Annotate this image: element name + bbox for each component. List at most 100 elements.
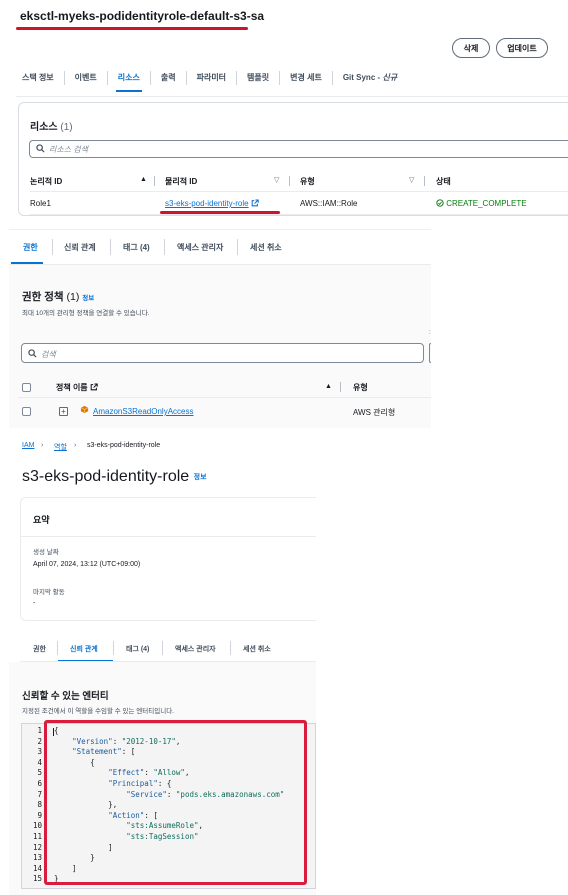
tab-tags[interactable]: 태그 (4) [126, 644, 149, 654]
sort-asc-icon[interactable]: ▲ [140, 176, 147, 183]
last-activity-label: 마지막 활동 [33, 589, 65, 596]
line-number: 1 [37, 726, 42, 735]
tab-divider [164, 239, 165, 255]
info-link[interactable]: 정보 [82, 295, 94, 302]
cell-type: AWS::IAM::Role [300, 199, 358, 208]
tab-divider [57, 641, 58, 655]
tab-revoke-sessions[interactable]: 세션 취소 [243, 644, 271, 654]
col-physical-id[interactable]: 물리적 ID [165, 176, 197, 187]
tab-stack-info[interactable]: 스택 정보 [22, 71, 64, 85]
created-date-value: April 07, 2024, 13:12 (UTC+09:00) [33, 561, 141, 568]
created-date-label: 생성 날짜 [33, 549, 59, 556]
tab-parameters[interactable]: 파라미터 [185, 71, 236, 85]
tab-git-sync[interactable]: Git Sync - 신규 [331, 71, 407, 85]
resources-title: 리소스 (1) [30, 122, 73, 133]
info-link[interactable]: 정보 [194, 474, 207, 481]
breadcrumb-current: s3-eks-pod-identity-role [87, 442, 161, 449]
line-number: 15 [32, 874, 42, 884]
policy-search-input[interactable]: 검색 [21, 343, 424, 363]
tab-revoke-sessions[interactable]: 세션 취소 [250, 242, 282, 253]
status-badge: CREATE_COMPLETE [436, 199, 527, 208]
external-link-icon [90, 383, 98, 391]
cell-logical-id: Role1 [30, 199, 51, 208]
line-number: 10 [32, 821, 42, 831]
tab-events[interactable]: 이벤트 [63, 71, 107, 85]
col-policy-name[interactable]: 정책 이름 [56, 382, 98, 393]
resources-search-input[interactable]: 리소스 검색 [29, 140, 568, 158]
stack-title: eksctl-myeks-podidentityrole-default-s3-… [20, 9, 265, 23]
role-title: s3-eks-pod-identity-role 정보 [22, 468, 207, 485]
tab-access-advisor[interactable]: 액세스 관리자 [175, 644, 216, 654]
col-logical-id[interactable]: 논리적 ID [30, 176, 62, 187]
aws-managed-policy-icon [80, 405, 89, 414]
update-button[interactable]: 업데이트 [496, 38, 548, 58]
tab-divider [162, 641, 163, 655]
tab-divider [110, 239, 111, 255]
tab-tags[interactable]: 태그 (4) [123, 242, 150, 253]
tab-resources[interactable]: 리소스 [106, 71, 150, 92]
tab-change-sets[interactable]: 변경 세트 [279, 71, 332, 85]
sort-icon[interactable]: ▽ [274, 176, 279, 184]
col-status[interactable]: 상태 [436, 176, 451, 187]
tab-access-advisor[interactable]: 액세스 관리자 [177, 242, 223, 253]
col-divider [424, 176, 425, 186]
search-icon [28, 349, 37, 358]
last-activity-value: - [33, 600, 36, 607]
tab-divider [237, 239, 238, 255]
tab-template[interactable]: 템플릿 [236, 71, 279, 85]
check-circle-icon [436, 199, 444, 207]
search-icon [36, 144, 45, 153]
summary-title: 요약 [33, 515, 50, 525]
line-number: 5 [37, 768, 42, 778]
trust-policy-highlight [44, 720, 307, 885]
physical-id-link[interactable]: s3-eks-pod-identity-role [165, 199, 259, 208]
line-number: 11 [32, 832, 42, 841]
search-placeholder: 검색 [41, 350, 56, 359]
tab-divider [230, 641, 231, 655]
tab-trust-relationships[interactable]: 신뢰 관계 [70, 644, 98, 654]
summary-card-header [20, 497, 316, 537]
breadcrumb-iam[interactable]: IAM [22, 442, 34, 449]
tab-permissions[interactable]: 권한 [33, 644, 46, 654]
col-divider [340, 382, 341, 392]
clipped-text: : [429, 330, 431, 336]
delete-button[interactable]: 삭제 [452, 38, 490, 58]
header-divider [18, 397, 431, 398]
line-number: 7 [37, 789, 42, 799]
tabs-divider [9, 264, 431, 265]
col-type[interactable]: 유형 [300, 176, 315, 187]
breadcrumb-chevron-icon: › [41, 442, 44, 449]
line-number: 8 [37, 800, 42, 810]
row-checkbox[interactable] [22, 407, 31, 416]
breadcrumb-roles[interactable]: 역할 [54, 442, 67, 452]
line-number: 3 [37, 747, 42, 757]
line-number: 9 [37, 810, 42, 820]
trusted-entities-title: 신뢰할 수 있는 엔터티 [22, 691, 109, 702]
permission-policies-description: 최대 10개의 관리형 정책을 연결할 수 있습니다. [22, 310, 150, 317]
policy-name-link[interactable]: AmazonS3ReadOnlyAccess [93, 407, 194, 416]
col-divider [154, 176, 155, 186]
select-all-checkbox[interactable] [22, 383, 31, 392]
col-policy-type[interactable]: 유형 [353, 382, 368, 393]
clipped-filter-control[interactable] [429, 343, 431, 363]
permission-policies-title: 권한 정책 (1) 정보 [22, 291, 95, 303]
search-placeholder: 리소스 검색 [49, 145, 89, 154]
line-number: 13 [32, 853, 42, 863]
line-number: 4 [37, 757, 42, 767]
tabs-divider [16, 96, 568, 97]
expand-icon[interactable]: + [59, 407, 68, 416]
row-divider [30, 214, 568, 215]
tab-divider [52, 239, 53, 255]
tab-trust-relationships[interactable]: 신뢰 관계 [64, 242, 96, 253]
sort-asc-icon[interactable]: ▲ [325, 383, 332, 390]
tab-divider [113, 641, 114, 655]
line-number: 6 [37, 779, 42, 788]
line-number: 12 [32, 842, 42, 852]
header-divider [30, 191, 568, 192]
policy-type: AWS 관리형 [353, 408, 396, 417]
tab-outputs[interactable]: 출력 [149, 71, 186, 85]
breadcrumb-chevron-icon: › [74, 442, 77, 449]
trusted-entities-description: 지정된 조건에서 이 역할을 수임할 수 있는 엔터티입니다. [22, 708, 174, 715]
sort-icon[interactable]: ▽ [409, 176, 414, 184]
tab-permissions[interactable]: 권한 [23, 242, 38, 253]
